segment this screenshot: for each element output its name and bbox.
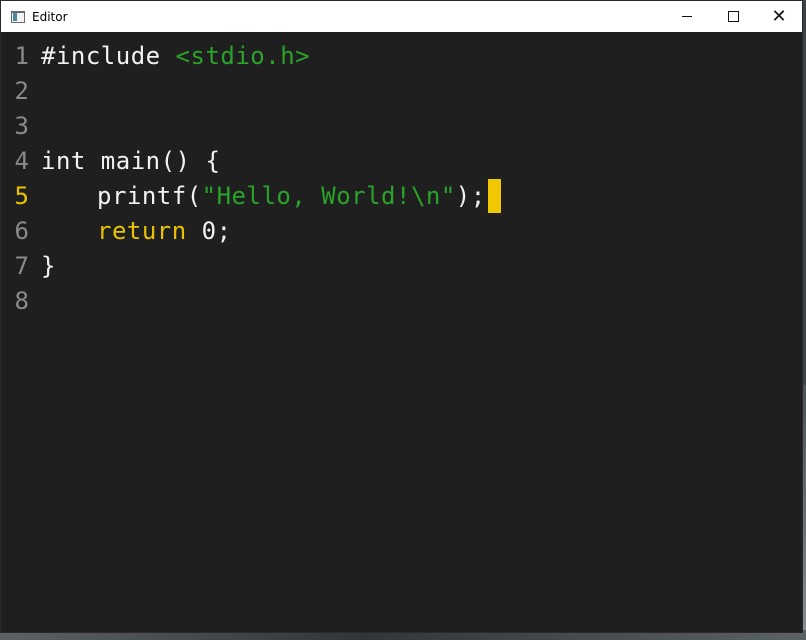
line-number: 4 — [14, 146, 30, 175]
code-token: 0; — [186, 216, 232, 245]
code-token-keyword: return — [97, 216, 187, 245]
text-cursor — [487, 178, 501, 213]
line-number-active: 5 — [14, 181, 30, 210]
maximize-button[interactable] — [710, 1, 756, 32]
code-line[interactable]: 1 #include <stdio.h> — [1, 38, 802, 73]
line-number: 8 — [14, 286, 30, 315]
line-number: 3 — [14, 111, 30, 140]
code-line[interactable]: 4 int main() { — [1, 143, 802, 178]
close-button[interactable]: ✕ — [756, 1, 802, 32]
code-line[interactable]: 6 return 0; — [1, 213, 802, 248]
code-token: #include — [41, 41, 176, 70]
code-line[interactable]: 2 — [1, 73, 802, 108]
line-number: 7 — [14, 251, 30, 280]
window-title: Editor — [32, 9, 68, 24]
line-content[interactable]: return 0; — [41, 217, 232, 245]
line-content[interactable]: int main() { — [41, 147, 220, 175]
line-number: 2 — [14, 76, 30, 105]
minimize-icon — [682, 16, 692, 17]
line-content[interactable]: #include <stdio.h> — [41, 42, 310, 70]
title-bar[interactable]: Editor ✕ — [1, 1, 802, 32]
code-line[interactable]: 8 — [1, 283, 802, 318]
editor-window: Editor ✕ 1 #include <stdio.h> 2 3 4 int … — [0, 0, 803, 633]
maximize-icon — [727, 11, 739, 22]
line-content[interactable]: printf( "Hello, World!\n" ); — [41, 178, 501, 213]
code-token: "Hello, World!\n" — [201, 181, 456, 210]
minimize-button[interactable] — [664, 1, 710, 32]
code-token: ); — [455, 181, 486, 210]
code-line[interactable]: 3 — [1, 108, 802, 143]
line-number: 6 — [14, 216, 30, 245]
close-icon: ✕ — [771, 5, 787, 27]
code-token: int main() { — [41, 146, 221, 175]
app-window-icon — [11, 10, 25, 23]
code-token: } — [41, 251, 56, 280]
code-editor[interactable]: 1 #include <stdio.h> 2 3 4 int main() { … — [1, 32, 802, 632]
code-line-active[interactable]: 5 printf( "Hello, World!\n" ); — [1, 178, 802, 213]
code-token: <stdio.h> — [175, 41, 311, 70]
line-content[interactable]: } — [41, 252, 56, 280]
code-token: printf( — [97, 181, 202, 210]
code-line[interactable]: 7 } — [1, 248, 802, 283]
line-number: 1 — [14, 41, 30, 70]
